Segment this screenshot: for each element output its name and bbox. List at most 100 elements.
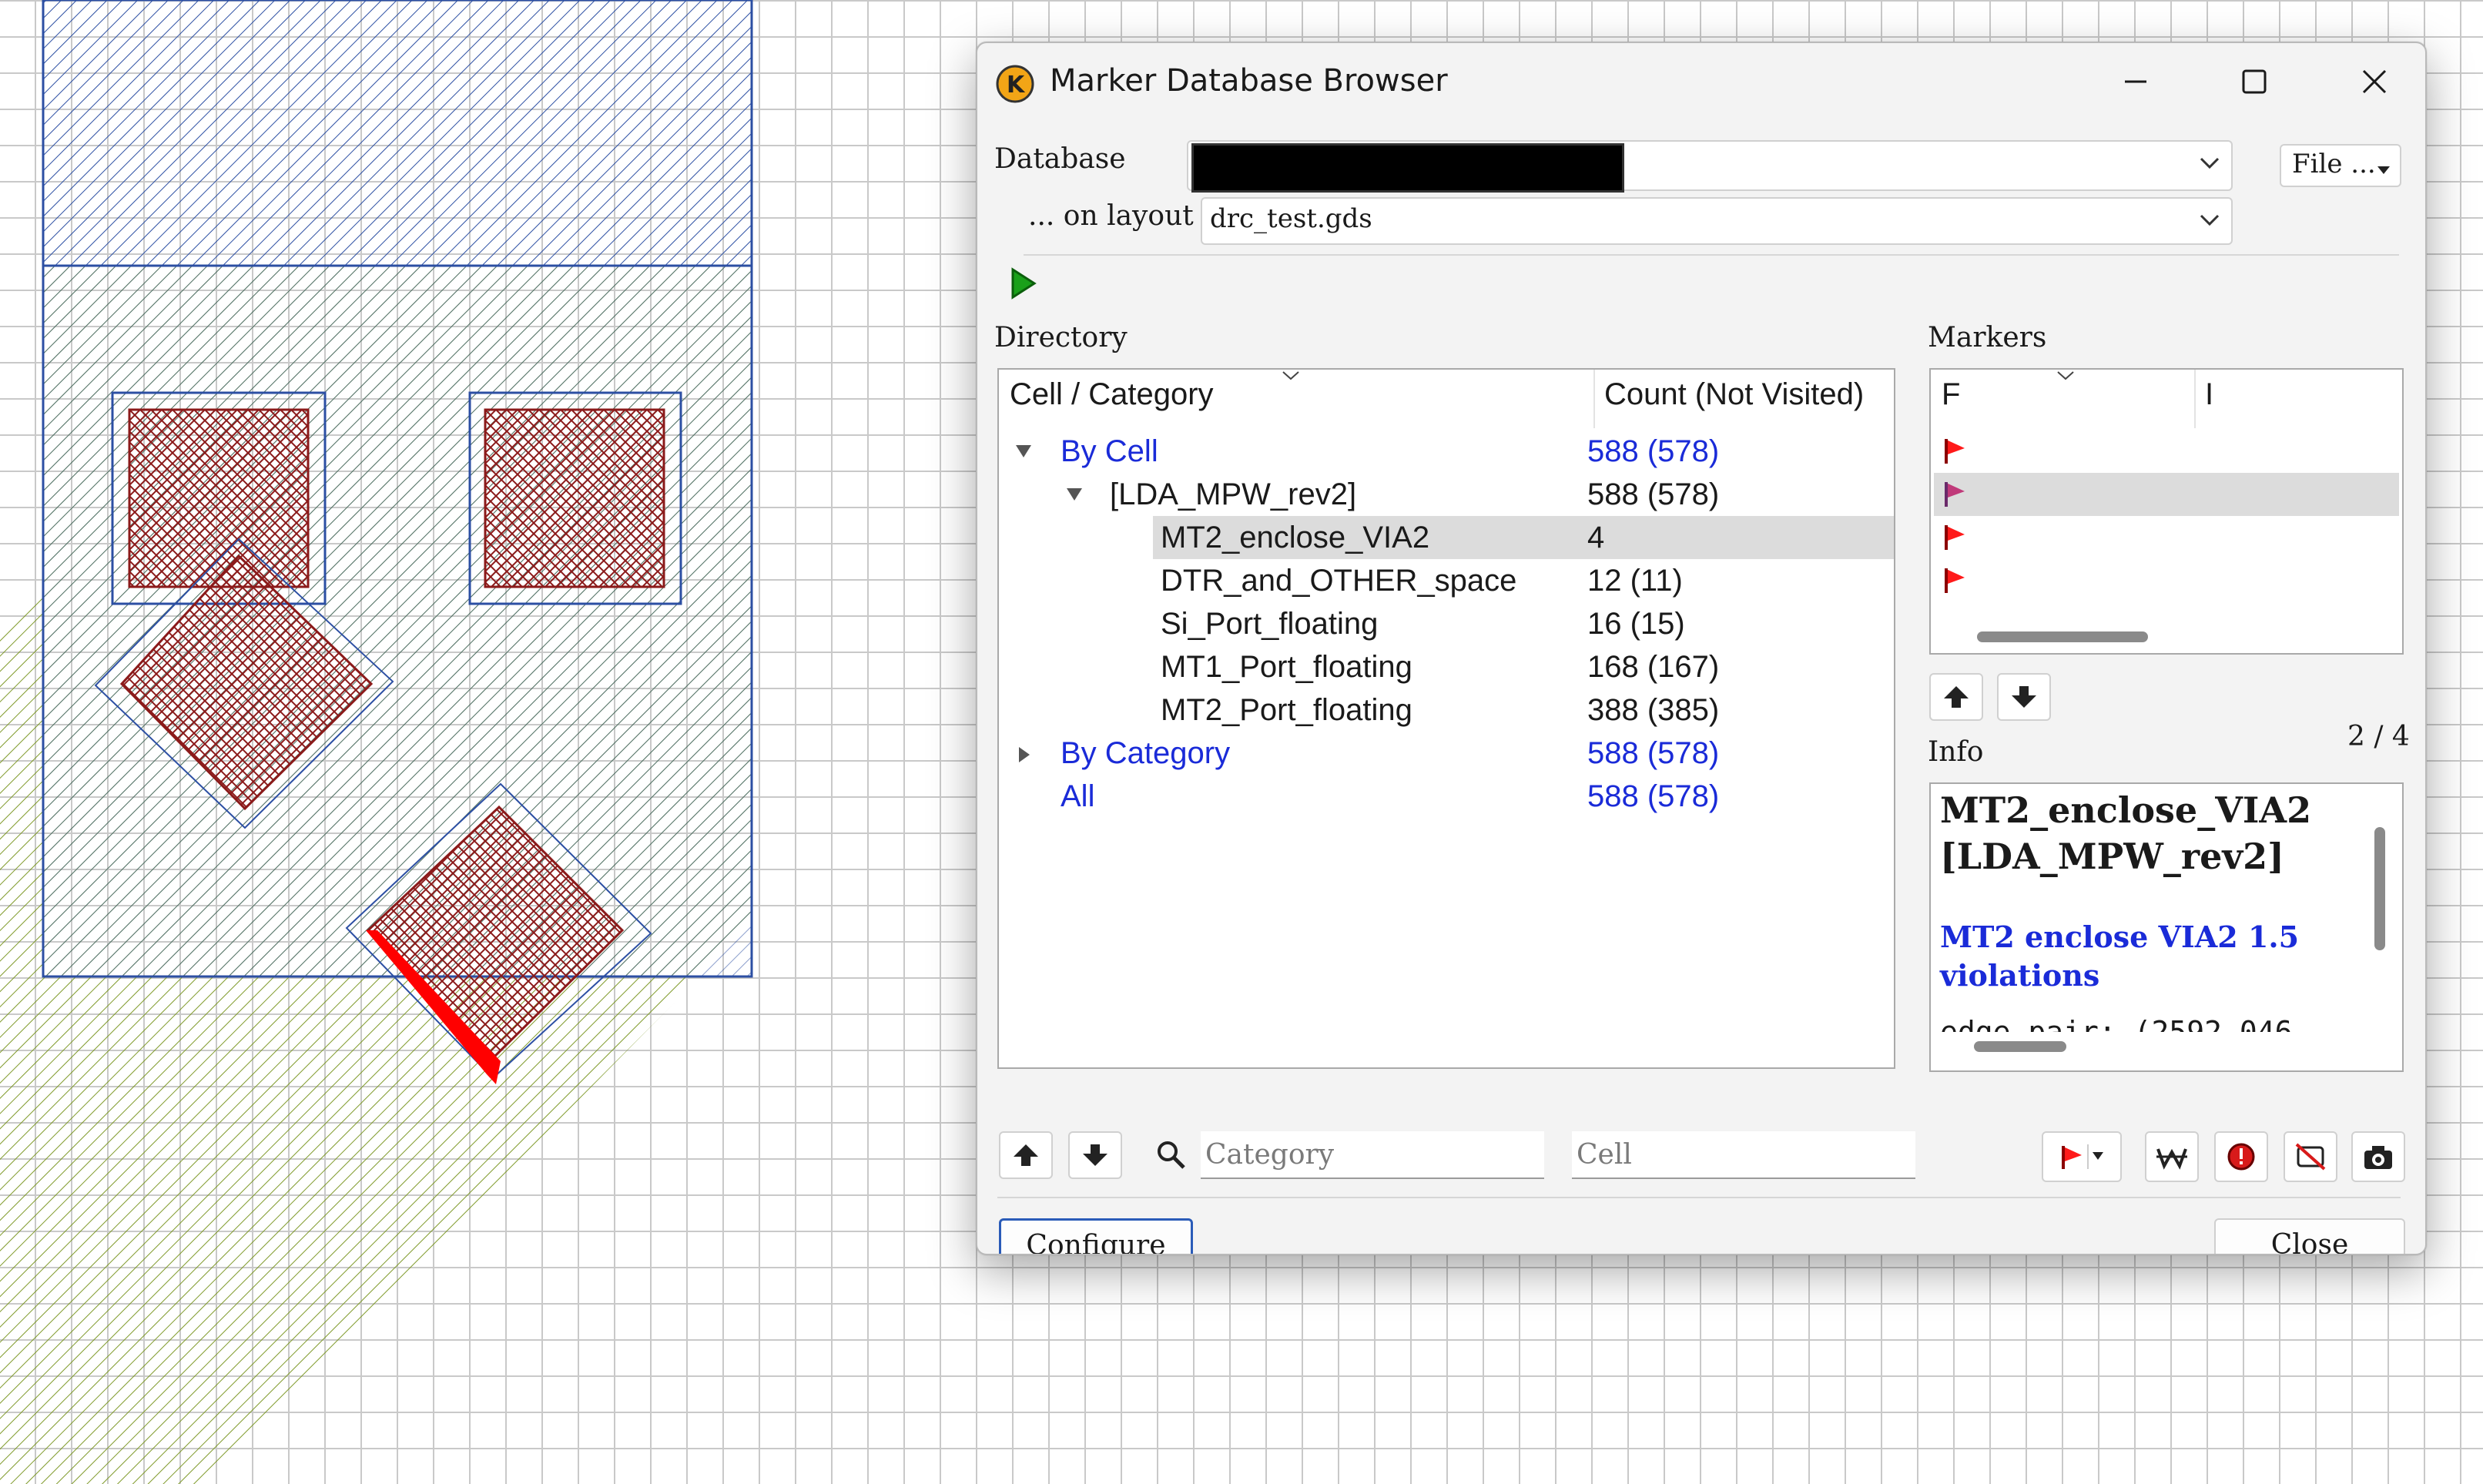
markers-label: Markers	[1928, 322, 2047, 353]
directory-tree[interactable]: Cell / Category Count (Not Visited) By C…	[997, 368, 1895, 1069]
flag-icon	[1945, 439, 1965, 464]
marker-counter: 2 / 4	[2347, 721, 2410, 752]
previous-marker-button[interactable]	[1929, 673, 1983, 721]
arrow-down-icon	[2012, 686, 2036, 708]
waive-marker-button[interactable]	[2145, 1131, 2199, 1182]
collapsed-triangle-icon[interactable]	[1017, 745, 1031, 764]
markers-list[interactable]: F I	[1929, 368, 2404, 655]
database-label: Database	[994, 143, 1126, 175]
chevron-down-icon	[2377, 166, 2390, 174]
flag-icon	[2062, 1144, 2103, 1169]
title-bar[interactable]: K Marker Database Browser	[977, 43, 2425, 120]
arrow-up-icon	[1944, 686, 1969, 708]
tree-count: 588 (578)	[1587, 736, 1720, 770]
info-title-line2: [LDA_MPW_rev2]	[1940, 836, 2284, 877]
flag-icon	[1945, 525, 1965, 550]
info-panel[interactable]: MT2_enclose_VIA2 [LDA_MPW_rev2] MT2 encl…	[1929, 782, 2404, 1072]
via-square	[484, 408, 665, 588]
tree-count: 388 (385)	[1587, 693, 1720, 727]
hide-marker-button[interactable]	[2284, 1131, 2337, 1182]
maximize-button[interactable]	[2223, 59, 2285, 105]
column-header-cell-category[interactable]: Cell / Category	[1010, 377, 1214, 412]
column-header-f[interactable]: F	[1942, 377, 1960, 412]
tree-label: Si_Port_floating	[1161, 607, 1379, 641]
layout-canvas[interactable]	[0, 0, 924, 1484]
expanded-triangle-icon[interactable]	[1065, 487, 1084, 502]
tree-label: MT2_enclose_VIA2	[1161, 521, 1430, 554]
marker-row-selected[interactable]	[1934, 473, 2399, 516]
snapshot-icon	[2364, 1146, 2392, 1169]
sort-indicator-icon	[1282, 371, 1299, 380]
run-icon[interactable]	[1008, 266, 1039, 300]
hide-icon	[2295, 1143, 2326, 1171]
chevron-down-icon	[2200, 157, 2220, 169]
info-label: Info	[1928, 736, 1984, 768]
column-separator	[2194, 370, 2196, 428]
tree-count: 16 (15)	[1587, 607, 1685, 641]
file-button-label: File ...	[2292, 149, 2376, 179]
tree-row-all[interactable]: All 588 (578)	[999, 775, 1894, 818]
minimize-button[interactable]	[2105, 59, 2166, 105]
svg-text:K: K	[1007, 72, 1026, 99]
cell-filter-placeholder: Cell	[1577, 1139, 1632, 1171]
marker-database-browser-window: K Marker Database Browser Database File …	[976, 42, 2427, 1255]
redacted-database-name	[1191, 143, 1624, 193]
tree-label: MT1_Port_floating	[1161, 650, 1412, 684]
snapshot-button[interactable]	[2351, 1131, 2405, 1182]
separator	[1024, 254, 2399, 256]
window-title: Marker Database Browser	[1050, 63, 1448, 99]
column-separator	[1593, 370, 1595, 428]
column-header-count[interactable]: Count (Not Visited)	[1604, 377, 1864, 412]
next-marker-button[interactable]	[1997, 673, 2051, 721]
tree-row-category[interactable]: MT1_Port_floating 168 (167)	[999, 645, 1894, 688]
close-button[interactable]: Close	[2214, 1218, 2405, 1254]
maximize-icon	[2242, 69, 2267, 94]
chevron-down-icon	[2200, 214, 2220, 226]
arrow-up-icon	[1014, 1144, 1038, 1166]
flag-marker-button[interactable]	[2042, 1131, 2122, 1182]
horizontal-scrollbar[interactable]	[1977, 631, 2148, 642]
tree-row-by-cell[interactable]: By Cell 588 (578)	[999, 430, 1894, 473]
vertical-scrollbar[interactable]	[2374, 827, 2385, 950]
minimize-icon	[2125, 80, 2146, 83]
layer-blue-region-top	[42, 0, 753, 267]
configure-button[interactable]: Configure	[999, 1218, 1193, 1254]
category-filter-input[interactable]: Category	[1201, 1131, 1544, 1179]
tree-label: All	[1061, 779, 1095, 813]
expanded-triangle-icon[interactable]	[1014, 444, 1033, 459]
directory-label: Directory	[994, 322, 1128, 353]
marker-row[interactable]	[1934, 430, 2399, 473]
tree-row-category[interactable]: Si_Port_floating 16 (15)	[999, 602, 1894, 645]
app-logo-icon: K	[996, 65, 1034, 103]
tree-row-category-selected[interactable]: MT2_enclose_VIA2 4	[999, 516, 1894, 559]
marker-row[interactable]	[1934, 559, 2399, 602]
category-filter-placeholder: Category	[1205, 1139, 1335, 1171]
layout-select[interactable]: drc_test.gds	[1201, 197, 2233, 245]
separator	[997, 1197, 2401, 1198]
arrow-down-icon	[1083, 1144, 1107, 1166]
directory-up-button[interactable]	[999, 1131, 1053, 1179]
flag-icon	[1945, 482, 1965, 507]
tree-row-category[interactable]: MT2_Port_floating 388 (385)	[999, 688, 1894, 732]
tree-count: 168 (167)	[1587, 650, 1720, 684]
waive-icon	[2156, 1148, 2187, 1170]
column-header-i[interactable]: I	[2205, 377, 2213, 412]
tree-count: 588 (578)	[1587, 779, 1720, 813]
marker-row[interactable]	[1934, 516, 2399, 559]
directory-down-button[interactable]	[1068, 1131, 1122, 1179]
tree-row-cell[interactable]: [LDA_MPW_rev2] 588 (578)	[999, 473, 1894, 516]
cell-filter-input[interactable]: Cell	[1572, 1131, 1915, 1179]
tree-row-by-category[interactable]: By Category 588 (578)	[999, 732, 1894, 775]
layer-blue-overlay	[42, 264, 753, 978]
file-menu-button[interactable]: File ...	[2280, 144, 2401, 187]
tree-label: By Cell	[1061, 434, 1158, 468]
tree-row-category[interactable]: DTR_and_OTHER_space 12 (11)	[999, 559, 1894, 602]
flag-icon	[1945, 568, 1965, 593]
tree-label: By Category	[1061, 736, 1231, 770]
close-window-button[interactable]	[2344, 59, 2405, 105]
horizontal-scrollbar[interactable]	[1974, 1041, 2066, 1052]
sort-indicator-icon	[2057, 371, 2074, 380]
important-marker-button[interactable]	[2214, 1131, 2268, 1182]
tree-label: [LDA_MPW_rev2]	[1110, 477, 1357, 511]
database-select[interactable]	[1187, 140, 2233, 193]
